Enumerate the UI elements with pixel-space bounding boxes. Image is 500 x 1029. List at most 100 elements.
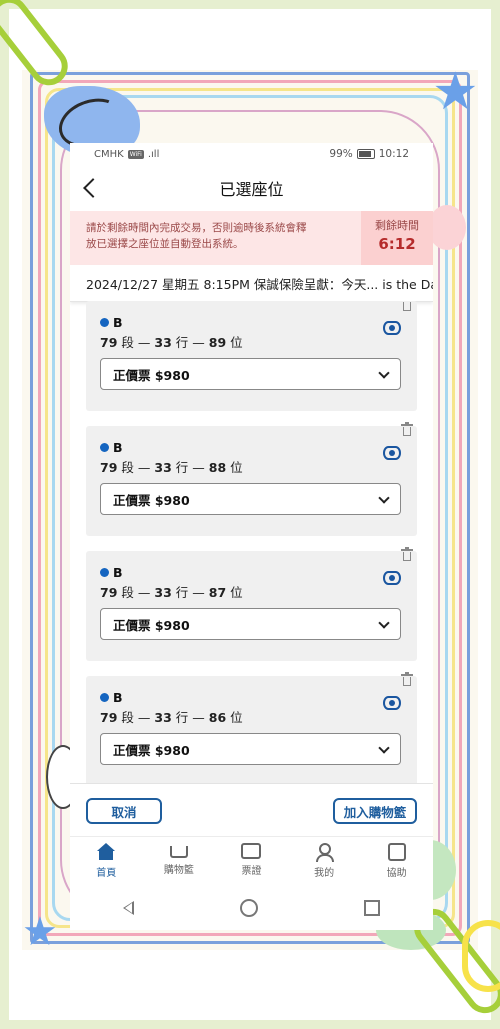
status-bar: CMHK WiFi .ıll 99% 10:12 <box>70 143 433 165</box>
row-unit: 行 <box>175 710 189 725</box>
help-icon <box>387 843 406 861</box>
tab-label: 票證 <box>241 866 262 877</box>
seat-unit: 位 <box>230 460 243 475</box>
row-number: 33 <box>154 335 172 350</box>
seat-number: 87 <box>208 585 227 600</box>
add-to-cart-button[interactable]: 加入購物籃 <box>333 798 417 824</box>
separator: — <box>192 460 205 475</box>
trash-icon[interactable] <box>401 547 413 561</box>
section-unit: 段 <box>121 460 134 475</box>
tab-home[interactable]: 首頁 <box>76 837 136 887</box>
tab-label: 我的 <box>314 868 335 879</box>
zone-dot <box>100 318 109 327</box>
tab-label: 首頁 <box>96 868 117 879</box>
zone-dot <box>100 693 109 702</box>
bottom-tab-bar: 首頁 購物籃 票證 我的 協助 <box>70 836 433 887</box>
trash-icon[interactable] <box>401 301 413 311</box>
nav-recents-icon[interactable] <box>364 900 380 916</box>
zone-label: B <box>113 315 123 330</box>
seat-card: B 79 段 — 33 行 — 88 位 正價票 $980 <box>86 422 417 536</box>
row-unit: 行 <box>175 460 189 475</box>
wifi-calling-badge: WiFi <box>127 149 144 159</box>
ticket-icon <box>241 843 262 859</box>
ticket-type-select[interactable]: 正價票 $980 <box>100 358 401 390</box>
seat-location: 79 段 — 33 行 — 86 位 <box>100 707 243 726</box>
back-arrow-icon[interactable] <box>83 178 103 198</box>
phone-screen: CMHK WiFi .ıll 99% 10:12 已選座位 請於剩餘時間內完成交… <box>70 143 433 930</box>
ticket-type-value: 正價票 $980 <box>113 492 190 508</box>
seat-location: 79 段 — 33 行 — 89 位 <box>100 332 243 351</box>
ticket-type-value: 正價票 $980 <box>113 367 190 383</box>
home-icon <box>96 843 116 861</box>
ticket-type-value: 正價票 $980 <box>113 617 190 633</box>
seat-number: 86 <box>208 710 227 725</box>
timer-countdown: 6:12 <box>378 235 416 253</box>
separator: — <box>192 585 205 600</box>
action-bar: 取消 加入購物籃 <box>70 783 433 836</box>
seat-number: 88 <box>208 460 227 475</box>
signal-icon: .ıll <box>147 148 160 160</box>
section-unit: 段 <box>121 335 134 350</box>
seat-number: 89 <box>208 335 227 350</box>
eye-icon[interactable] <box>383 321 401 335</box>
seat-list[interactable]: B 79 段 — 33 行 — 89 位 正價票 $980 B 79 段 — 3… <box>70 301 433 783</box>
trash-icon[interactable] <box>401 672 413 686</box>
section-number: 79 <box>100 335 118 350</box>
separator: — <box>192 335 205 350</box>
timer-label: 剩餘時間 <box>375 219 419 232</box>
row-number: 33 <box>154 710 172 725</box>
row-unit: 行 <box>175 585 189 600</box>
battery-percent: 99% <box>329 148 353 160</box>
star-icon: ★ <box>22 909 58 955</box>
tab-account[interactable]: 我的 <box>294 837 354 887</box>
separator: — <box>137 460 151 475</box>
event-title: 2024/12/27 星期五 8:15PM 保誠保險呈獻：今天... is th… <box>70 265 433 302</box>
nav-home-icon[interactable] <box>240 899 258 917</box>
section-number: 79 <box>100 460 118 475</box>
zone-dot <box>100 443 109 452</box>
ticket-type-value: 正價票 $980 <box>113 742 190 758</box>
seat-unit: 位 <box>230 585 243 600</box>
user-icon <box>314 843 335 862</box>
tab-label: 協助 <box>386 868 407 879</box>
eye-icon[interactable] <box>383 571 401 585</box>
nav-back-icon[interactable] <box>123 901 134 915</box>
ticket-type-select[interactable]: 正價票 $980 <box>100 483 401 515</box>
zone-label: B <box>113 440 123 455</box>
separator: — <box>137 585 151 600</box>
ticket-type-select[interactable]: 正價票 $980 <box>100 733 401 765</box>
timer-message-line: 請於剩餘時間內完成交易，否則逾時後系統會釋 <box>86 222 307 234</box>
timer-box: 剩餘時間 6:12 <box>361 211 433 265</box>
eye-icon[interactable] <box>383 696 401 710</box>
clock: 10:12 <box>378 148 409 160</box>
tab-tickets[interactable]: 票證 <box>221 837 281 887</box>
tab-cart[interactable]: 購物籃 <box>149 837 209 887</box>
trash-icon[interactable] <box>401 422 413 436</box>
seat-card: B 79 段 — 33 行 — 89 位 正價票 $980 <box>86 301 417 411</box>
seat-unit: 位 <box>230 710 243 725</box>
seat-card: B 79 段 — 33 行 — 87 位 正價票 $980 <box>86 547 417 661</box>
system-nav-bar <box>70 886 433 930</box>
seat-unit: 位 <box>230 335 243 350</box>
star-icon: ★ <box>432 62 479 122</box>
cancel-button[interactable]: 取消 <box>86 798 162 824</box>
pink-blob-decoration <box>428 205 466 250</box>
separator: — <box>192 710 205 725</box>
row-number: 33 <box>154 460 172 475</box>
row-unit: 行 <box>175 335 189 350</box>
ticket-type-select[interactable]: 正價票 $980 <box>100 608 401 640</box>
timer-message: 請於剩餘時間內完成交易，否則逾時後系統會釋 放已選擇之座位並自動登出系統。 <box>70 211 361 265</box>
separator: — <box>137 710 151 725</box>
paperclip-icon <box>462 920 500 992</box>
battery-icon <box>356 149 375 159</box>
zone-label: B <box>113 690 123 705</box>
page-title: 已選座位 <box>219 180 284 199</box>
section-number: 79 <box>100 585 118 600</box>
page-header: 已選座位 <box>70 165 433 211</box>
chevron-down-icon <box>378 366 390 379</box>
section-number: 79 <box>100 710 118 725</box>
eye-icon[interactable] <box>383 446 401 460</box>
tab-help[interactable]: 協助 <box>367 837 427 887</box>
cart-icon <box>169 846 188 858</box>
chevron-down-icon <box>378 741 390 754</box>
